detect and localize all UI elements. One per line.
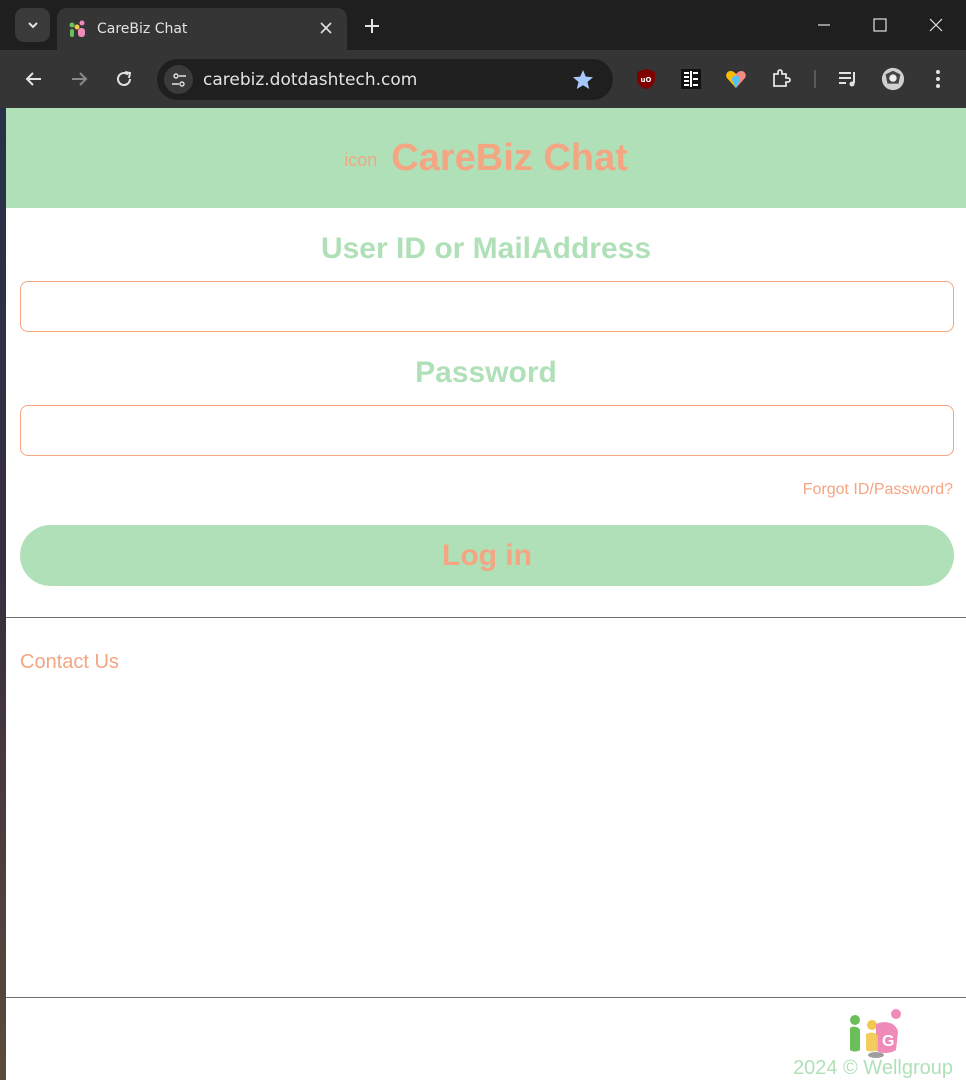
plus-icon (365, 19, 379, 33)
media-control-icon[interactable] (836, 67, 860, 91)
tab-search-button[interactable] (15, 8, 50, 42)
site-info-button[interactable] (164, 65, 193, 94)
reload-icon (117, 71, 132, 86)
close-icon (320, 22, 332, 34)
password-input[interactable] (20, 405, 954, 456)
user-id-label: User ID or MailAddress (320, 232, 652, 265)
profile-avatar[interactable] (881, 67, 905, 91)
bookmark-star-icon[interactable] (571, 68, 595, 92)
wellgroup-logo-icon: G (850, 1009, 901, 1058)
chevron-down-icon (27, 22, 38, 29)
minimize-button[interactable] (809, 10, 839, 40)
contact-us-link[interactable]: Contact Us (20, 651, 119, 674)
svg-text:G: G (882, 1033, 894, 1050)
minimize-icon (818, 24, 830, 26)
new-tab-button[interactable] (358, 12, 386, 40)
more-menu-icon[interactable] (926, 67, 950, 91)
forgot-password-link[interactable]: Forgot ID/Password? (803, 481, 953, 499)
url-text: carebiz.dotdashtech.com (203, 70, 418, 90)
forward-button[interactable] (63, 63, 95, 95)
arrow-right-icon (72, 72, 88, 86)
divider-bottom (6, 997, 966, 998)
extensions-puzzle-icon[interactable] (769, 67, 793, 91)
heart-extension-icon[interactable] (724, 67, 748, 91)
copyright-text: 2024 © Wellgroup (792, 1057, 953, 1079)
login-button[interactable]: Log in (20, 525, 954, 586)
tab-close-button[interactable] (315, 17, 337, 39)
divider-top (6, 617, 966, 618)
window-close-button[interactable] (921, 10, 951, 40)
toolbar-divider (814, 70, 816, 88)
app-header: icon CareBiz Chat (6, 108, 966, 208)
close-icon (929, 18, 943, 32)
reader-extension-icon[interactable] (679, 67, 703, 91)
tune-icon (171, 72, 186, 87)
page-content: icon CareBiz Chat User ID or MailAddress… (6, 108, 966, 1080)
carebiz-favicon-icon (69, 20, 85, 37)
user-id-input[interactable] (20, 281, 954, 332)
browser-tab[interactable]: CareBiz Chat (57, 8, 347, 50)
password-label: Password (415, 356, 557, 389)
ublock-extension-icon[interactable]: uO (634, 67, 658, 91)
svg-text:uO: uO (641, 76, 652, 84)
app-title: CareBiz Chat (391, 136, 628, 179)
reload-button[interactable] (108, 63, 140, 95)
back-button[interactable] (18, 63, 50, 95)
browser-toolbar: carebiz.dotdashtech.com uO (0, 50, 966, 108)
maximize-icon (873, 18, 887, 32)
address-bar[interactable]: carebiz.dotdashtech.com (157, 59, 613, 100)
app-icon-alt-text: icon (344, 149, 378, 170)
browser-tab-bar: CareBiz Chat (0, 0, 966, 50)
maximize-button[interactable] (865, 10, 895, 40)
tab-title: CareBiz Chat (97, 21, 188, 37)
arrow-left-icon (25, 72, 41, 86)
